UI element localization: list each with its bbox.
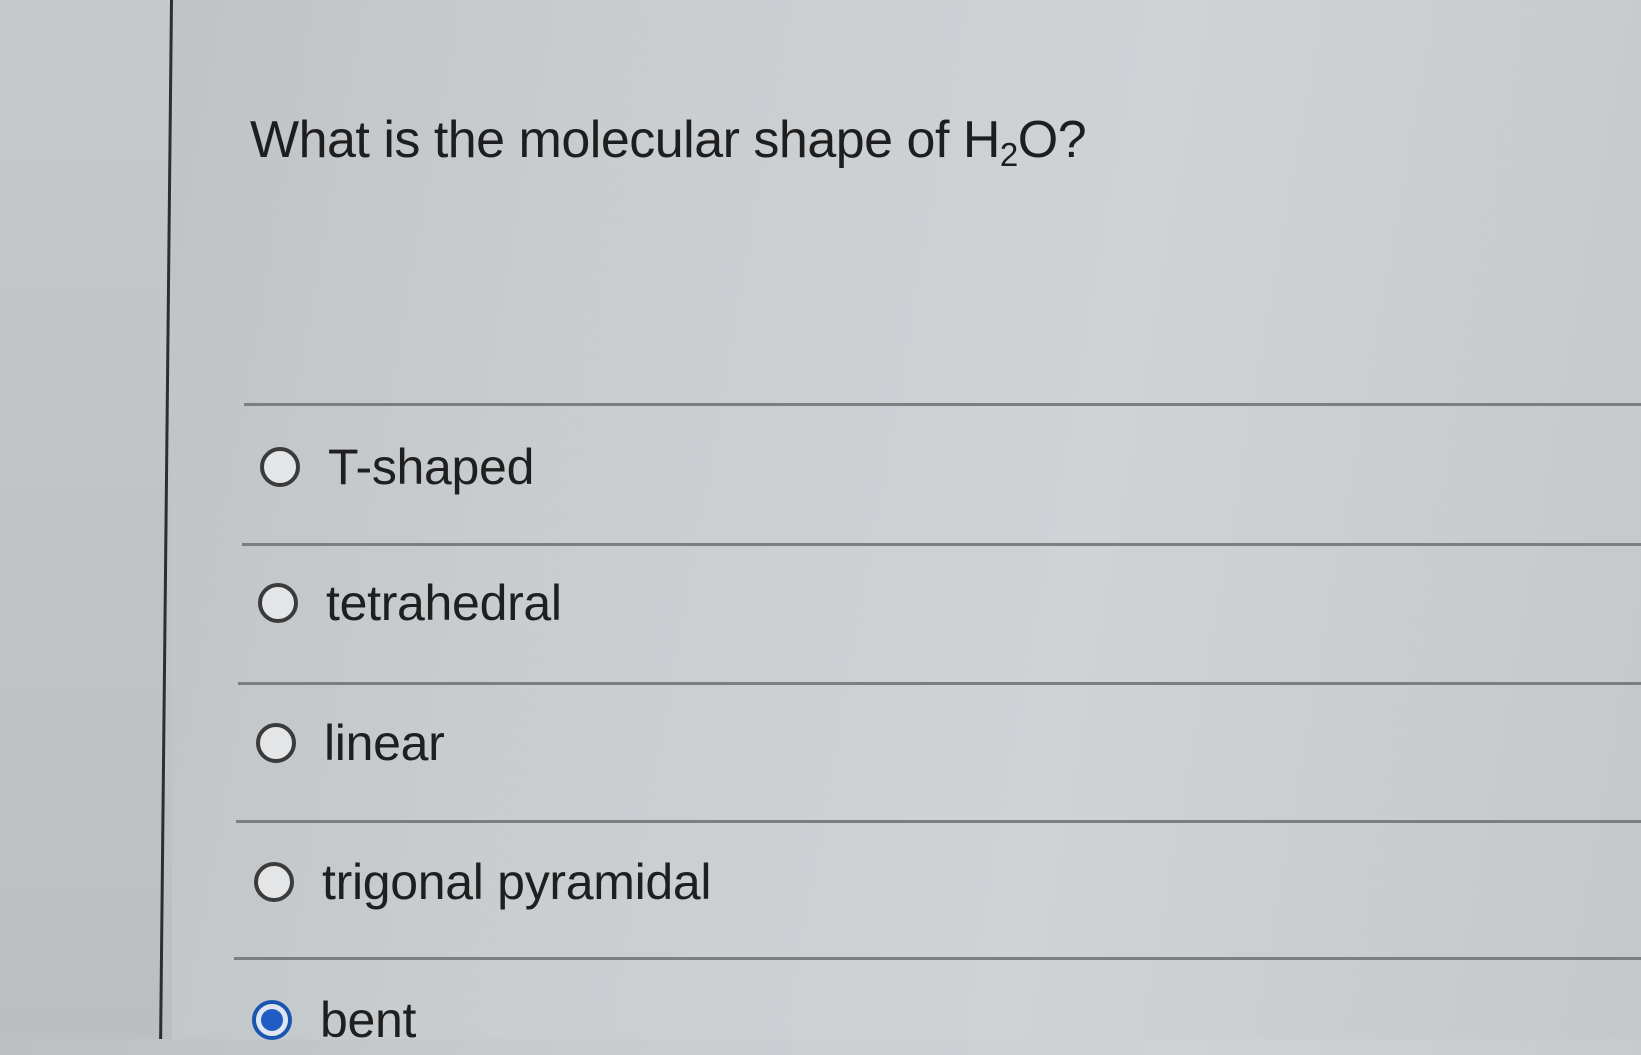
question-subscript: 2 xyxy=(999,136,1018,174)
radio-button[interactable] xyxy=(256,723,296,763)
answer-option-trigonal-pyramidal[interactable]: trigonal pyramidal xyxy=(254,847,712,917)
option-divider xyxy=(238,682,1641,685)
answer-option-t-shaped[interactable]: T-shaped xyxy=(260,432,534,502)
answer-option-tetrahedral[interactable]: tetrahedral xyxy=(258,568,562,638)
page-left-margin xyxy=(0,0,172,1039)
radio-button[interactable] xyxy=(260,447,300,487)
option-divider xyxy=(236,820,1641,823)
option-divider xyxy=(242,543,1641,546)
answer-option-bent[interactable]: bent xyxy=(252,985,416,1055)
option-label: bent xyxy=(320,992,417,1048)
option-divider xyxy=(234,957,1641,960)
question-text: What is the molecular shape of H2O? xyxy=(250,110,1087,174)
answer-option-linear[interactable]: linear xyxy=(256,708,445,778)
option-divider xyxy=(244,403,1641,406)
question-suffix: O? xyxy=(1017,111,1087,169)
option-label: tetrahedral xyxy=(326,575,562,631)
radio-button[interactable] xyxy=(254,862,294,902)
question-prefix: What is the molecular shape of H xyxy=(250,111,1000,169)
option-label: trigonal pyramidal xyxy=(322,854,712,910)
option-label: linear xyxy=(324,715,445,771)
radio-button-selected[interactable] xyxy=(252,1000,292,1040)
radio-selected-dot xyxy=(261,1009,283,1031)
radio-button[interactable] xyxy=(258,583,298,623)
option-label: T-shaped xyxy=(328,439,535,495)
